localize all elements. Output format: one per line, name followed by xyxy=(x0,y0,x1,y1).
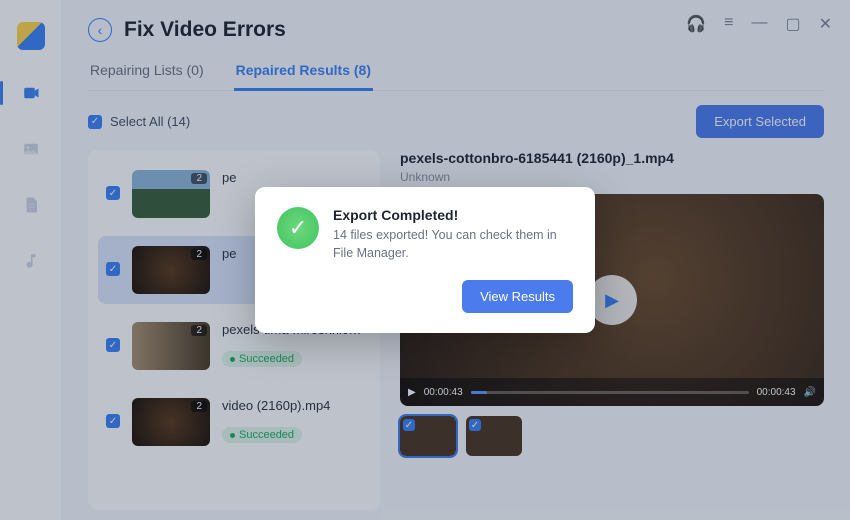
dialog-message: 14 files exported! You can check them in… xyxy=(333,227,573,262)
success-check-icon: ✓ xyxy=(277,207,319,249)
dialog-title: Export Completed! xyxy=(333,207,573,223)
view-results-button[interactable]: View Results xyxy=(462,280,573,313)
export-complete-dialog: ✓ Export Completed! 14 files exported! Y… xyxy=(255,187,595,333)
modal-overlay: ✓ Export Completed! 14 files exported! Y… xyxy=(0,0,850,520)
